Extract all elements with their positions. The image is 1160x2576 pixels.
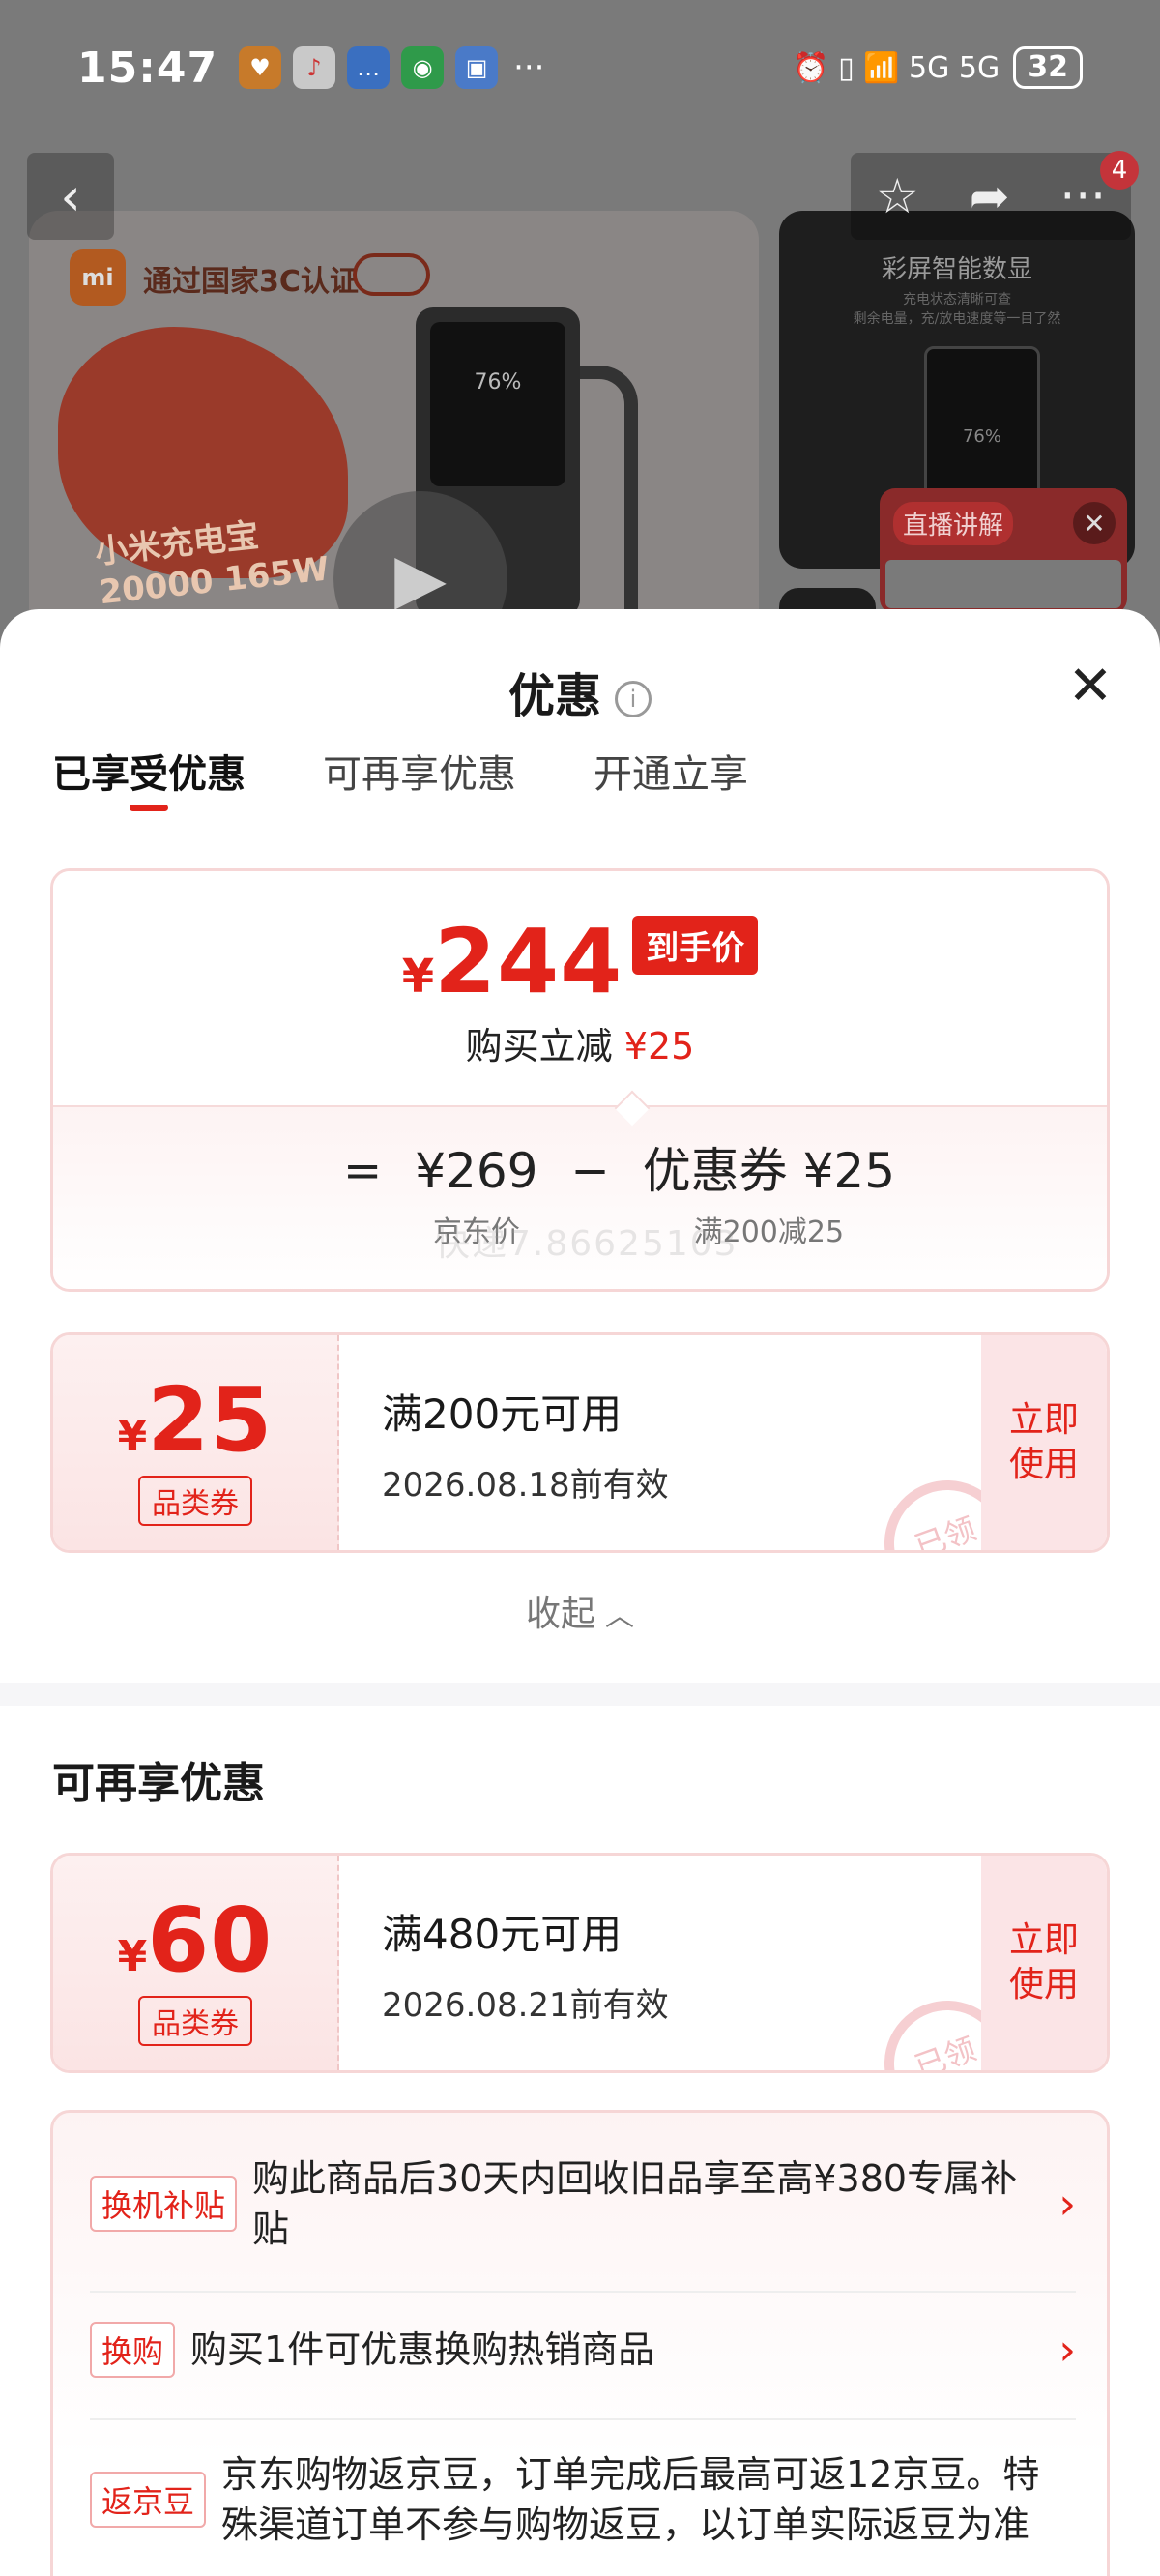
use-coupon-label: 立即使用 (1008, 1920, 1079, 2005)
available-coupon: ¥60 品类券 满480元可用 2026.08.21前有效 已领 立即使用 (50, 1853, 1110, 2073)
final-price-value: 244 (434, 910, 624, 1013)
back-button[interactable]: ‹ (27, 153, 114, 240)
coupon-condition: 满480元可用 (382, 1911, 623, 1958)
tab-enjoyed[interactable]: 已享受优惠 (52, 735, 246, 822)
applied-coupon: ¥25 品类券 满200元可用 2026.08.18前有效 已领 立即使用 (50, 1332, 1110, 1553)
coupon-expiry: 2026.08.18前有效 (382, 1466, 669, 1505)
coupon-type-badge: 品类券 (138, 1476, 252, 1526)
more-discounts-title: 可再享优惠 (52, 1759, 265, 1808)
minus-sign: − (570, 1144, 610, 1198)
heart-app-icon: ♥ (239, 46, 282, 89)
message-app-icon: … (347, 46, 391, 89)
close-icon: ✕ (1067, 655, 1114, 717)
promo-text: 京东购物返京豆，订单完成后最高可返12京豆。特殊渠道订单不参与购物返豆，以订单实… (221, 2453, 1040, 2546)
product-main-image[interactable]: mi 通过国家3C认证 小米充电宝 20000 165W 76% ▶ (29, 211, 759, 677)
saving-value: ¥25 (624, 1025, 695, 1068)
wechat-app-icon: ◉ (401, 46, 445, 89)
status-icons: ⏰ ▯ 📶 5G 5G (793, 50, 1000, 85)
watermark-text: 快递7.86625103 (435, 1224, 739, 1264)
promo-tag: 返京豆 (90, 2472, 207, 2528)
base-price-value: ¥269 (415, 1143, 538, 1199)
notification-badge: 4 (1100, 151, 1139, 190)
certification-text: 通过国家3C认证 (143, 265, 359, 299)
share-icon[interactable]: ➦ (970, 168, 1010, 224)
close-button[interactable]: ✕ (1063, 659, 1117, 714)
promo-row-exchange[interactable]: 换购 购买1件可优惠换购热销商品 › (90, 2322, 1076, 2378)
ccc-logo-icon (353, 253, 430, 296)
discount-sheet: 优惠 i ✕ 已享受优惠 可再享优惠 开通立享 ¥244 到手价 购买立减 ¥25 … (0, 609, 1160, 2576)
status-right: ⏰ ▯ 📶 5G 5G 32 (793, 46, 1083, 89)
coupon-value-section: ¥25 品类券 (53, 1335, 339, 1550)
price-formula-section: = ¥269 京东价 − 优惠券 ¥25 满200减25 快递7.8662510… (53, 1107, 1107, 1289)
product-page-background: 15:47 ♥ ♪ … ◉ ▣ ··· ⏰ ▯ 📶 5G 5G 32 mi 通过… (0, 0, 1160, 677)
promo-tag: 换机补贴 (90, 2176, 238, 2232)
coupon-details: 满480元可用 2026.08.21前有效 (382, 1902, 669, 2026)
coupon-condition: 满200元可用 (382, 1390, 623, 1438)
chevron-up-icon: ︿ (605, 1599, 634, 1633)
chevron-left-icon: ‹ (60, 165, 81, 227)
promo-tag: 换购 (90, 2322, 176, 2378)
promo-divider (90, 2291, 1076, 2293)
coupon-expiry: 2026.08.21前有效 (382, 1986, 669, 2025)
power-bank-screen: 76% (430, 322, 566, 486)
discount-tabs: 已享受优惠 可再享优惠 开通立享 (0, 735, 1160, 822)
coupon-type-badge: 品类券 (138, 1996, 252, 2046)
final-price-section: ¥244 到手价 购买立减 ¥25 (53, 871, 1107, 1107)
currency-symbol: ¥ (401, 950, 435, 1004)
coupon-discount-value: 优惠券 ¥25 (642, 1143, 896, 1199)
price-breakdown-card: ¥244 到手价 购买立减 ¥25 = ¥269 京东价 − 优惠券 ¥25 满2… (50, 868, 1110, 1292)
promo-row-tradein[interactable]: 换机补贴 购此商品后30天内回收旧品享至高¥380专属补贴 › (90, 2153, 1076, 2254)
live-thumbnail-strip (885, 560, 1121, 608)
more-icon[interactable]: ··· (1059, 168, 1106, 224)
close-icon[interactable]: ✕ (1073, 502, 1116, 544)
sheet-title: 优惠 (508, 669, 601, 723)
status-time: 15:47 (77, 43, 218, 93)
tab-activate[interactable]: 开通立享 (594, 735, 748, 822)
equals-sign: = (343, 1144, 383, 1198)
thumbnail-subtitle: 充电状态清晰可查 剩余电量，充/放电速度等一目了然 (853, 292, 1061, 327)
coupon-currency: ¥ (117, 1412, 148, 1461)
star-icon[interactable]: ☆ (876, 168, 919, 224)
status-bar: 15:47 ♥ ♪ … ◉ ▣ ··· ⏰ ▯ 📶 5G 5G 32 (0, 0, 1160, 135)
promo-row-beans[interactable]: 返京豆 京东购物返京豆，订单完成后最高可返12京豆。特殊渠道订单不参与购物返豆，… (90, 2449, 1076, 2550)
info-icon[interactable]: i (615, 681, 652, 717)
collapse-label: 收起 (525, 1595, 595, 1634)
nav-actions: ☆ ➦ ··· (851, 153, 1131, 240)
coupon-amount: ¥25 (53, 1368, 337, 1472)
thumbnail-title: 彩屏智能数显 (881, 255, 1032, 284)
sheet-title-wrap: 优惠 i (0, 658, 1160, 725)
use-coupon-label: 立即使用 (1008, 1400, 1079, 1484)
final-price-tag: 到手价 (632, 916, 759, 975)
notification-icons: ♥ ♪ … ◉ ▣ (239, 46, 499, 89)
collapse-toggle[interactable]: 收起 ︿ (0, 1586, 1160, 1636)
saving-label: 购买立减 (465, 1025, 613, 1068)
final-price: ¥244 到手价 (53, 910, 1107, 1013)
live-stream-card[interactable]: 直播讲解 ✕ (880, 488, 1127, 614)
mi-logo-icon: mi (70, 249, 126, 306)
coupon-value-section: ¥60 品类券 (53, 1856, 339, 2070)
instant-saving: 购买立减 ¥25 (53, 1016, 1107, 1069)
battery-level: 32 (1013, 46, 1083, 89)
sheet-header: 优惠 i ✕ (0, 609, 1160, 735)
music-app-icon: ♪ (293, 46, 336, 89)
promotions-card: 换机补贴 购此商品后30天内回收旧品享至高¥380专属补贴 › 换购 购买1件可… (50, 2110, 1110, 2576)
live-label: 直播讲解 (893, 502, 1014, 545)
more-notifications-icon: ··· (513, 48, 545, 87)
coupon-amount-value: 60 (147, 1888, 274, 1992)
use-coupon-button[interactable]: 立即使用 (981, 1335, 1107, 1550)
assistant-app-icon: ▣ (455, 46, 499, 89)
promo-text: 购买1件可优惠换购热销商品 (190, 2328, 655, 2371)
chevron-right-icon: › (1058, 2179, 1076, 2229)
coupon-amount: ¥60 (53, 1888, 337, 1992)
section-divider (0, 1683, 1160, 1706)
coupon-amount-value: 25 (147, 1368, 274, 1472)
coupon-currency: ¥ (117, 1932, 148, 1981)
use-coupon-button[interactable]: 立即使用 (981, 1856, 1107, 2070)
coupon-details: 满200元可用 2026.08.18前有效 (382, 1382, 669, 1506)
promo-text: 购此商品后30天内回收旧品享至高¥380专属补贴 (252, 2157, 1018, 2250)
chevron-right-icon: › (1058, 2325, 1076, 2375)
promo-divider (90, 2418, 1076, 2420)
tab-more-available[interactable]: 可再享优惠 (323, 735, 516, 822)
